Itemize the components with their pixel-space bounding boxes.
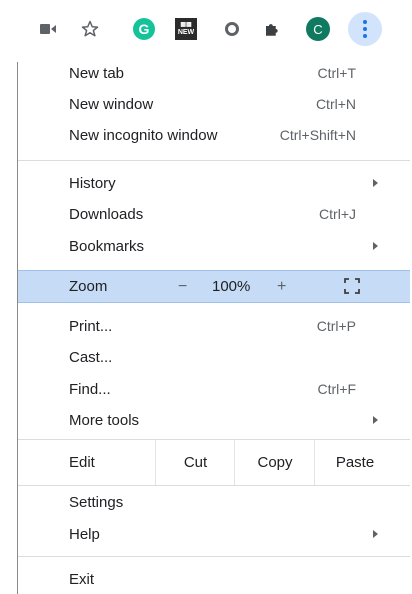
zoom-out-button[interactable]: − <box>178 278 187 296</box>
menu-item-new-incognito-window[interactable]: New incognito window Ctrl+Shift+N <box>18 120 410 150</box>
circle-extension-icon[interactable] <box>218 15 246 43</box>
menu-item-label: Downloads <box>69 205 144 223</box>
zoom-label: Zoom <box>69 278 108 295</box>
puzzle-icon[interactable] <box>258 15 286 43</box>
fullscreen-icon[interactable] <box>344 278 360 294</box>
cut-button[interactable]: Cut <box>155 439 235 485</box>
menu-item-zoom: Zoom − 100% + <box>18 270 410 303</box>
menu-item-label: New incognito window <box>69 126 218 144</box>
copy-button[interactable]: Copy <box>234 439 315 485</box>
menu-item-label: History <box>69 174 116 192</box>
menu-item-shortcut: Ctrl+T <box>317 65 357 81</box>
menu-item-find[interactable]: Find... Ctrl+F <box>18 374 410 404</box>
menu-item-print[interactable]: Print... Ctrl+P <box>18 311 410 341</box>
grammarly-letter: G <box>133 18 155 40</box>
new-badge-icon[interactable]: ▦▦ NEW <box>172 15 200 43</box>
paste-button[interactable]: Paste <box>314 439 395 485</box>
menu-item-label: More tools <box>69 411 140 429</box>
chrome-main-menu: New tab Ctrl+T New window Ctrl+N New inc… <box>18 58 410 594</box>
menu-item-label: Cast... <box>69 348 113 366</box>
video-camera-icon[interactable] <box>34 15 62 43</box>
submenu-arrow-icon <box>373 530 378 538</box>
menu-item-shortcut: Ctrl+N <box>315 96 356 112</box>
menu-item-shortcut: Ctrl+P <box>316 318 356 334</box>
submenu-arrow-icon <box>373 179 378 187</box>
menu-item-label: New window <box>69 95 154 113</box>
new-badge-text: NEW <box>177 29 195 36</box>
menu-item-label: New tab <box>69 64 125 82</box>
menu-item-label: Find... <box>69 380 111 398</box>
star-icon[interactable] <box>76 15 104 43</box>
menu-item-cast[interactable]: Cast... <box>18 342 410 372</box>
menu-item-shortcut: Ctrl+J <box>319 206 356 222</box>
edit-label: Edit <box>69 453 95 471</box>
menu-item-label: Bookmarks <box>69 237 145 255</box>
menu-item-shortcut: Ctrl+Shift+N <box>279 127 356 143</box>
menu-item-settings[interactable]: Settings <box>18 487 410 517</box>
menu-item-new-window[interactable]: New window Ctrl+N <box>18 89 410 119</box>
menu-item-more-tools[interactable]: More tools <box>18 405 410 435</box>
kebab-menu-icon[interactable] <box>348 12 382 46</box>
menu-separator <box>18 485 410 486</box>
menu-item-bookmarks[interactable]: Bookmarks <box>18 231 410 261</box>
menu-item-edit: Edit Cut Copy Paste <box>18 439 410 485</box>
zoom-in-button[interactable]: + <box>277 278 286 296</box>
menu-item-label: Exit <box>69 570 95 588</box>
grammarly-icon[interactable]: G <box>130 15 158 43</box>
menu-item-help[interactable]: Help <box>18 519 410 549</box>
submenu-arrow-icon <box>373 416 378 424</box>
menu-item-label: Print... <box>69 317 113 335</box>
menu-separator <box>18 556 410 557</box>
submenu-arrow-icon <box>373 242 378 250</box>
menu-item-history[interactable]: History <box>18 168 410 198</box>
menu-item-exit[interactable]: Exit <box>18 564 410 594</box>
menu-item-new-tab[interactable]: New tab Ctrl+T <box>18 58 410 88</box>
menu-item-label: Settings <box>69 493 124 511</box>
profile-avatar[interactable]: C <box>304 15 332 43</box>
menu-item-downloads[interactable]: Downloads Ctrl+J <box>18 199 410 229</box>
browser-toolbar: G ▦▦ NEW C <box>0 0 412 62</box>
menu-item-label: Help <box>69 525 100 543</box>
zoom-level: 100% <box>212 278 251 295</box>
menu-item-shortcut: Ctrl+F <box>317 381 357 397</box>
menu-separator <box>18 160 410 161</box>
avatar-letter: C <box>306 17 330 41</box>
